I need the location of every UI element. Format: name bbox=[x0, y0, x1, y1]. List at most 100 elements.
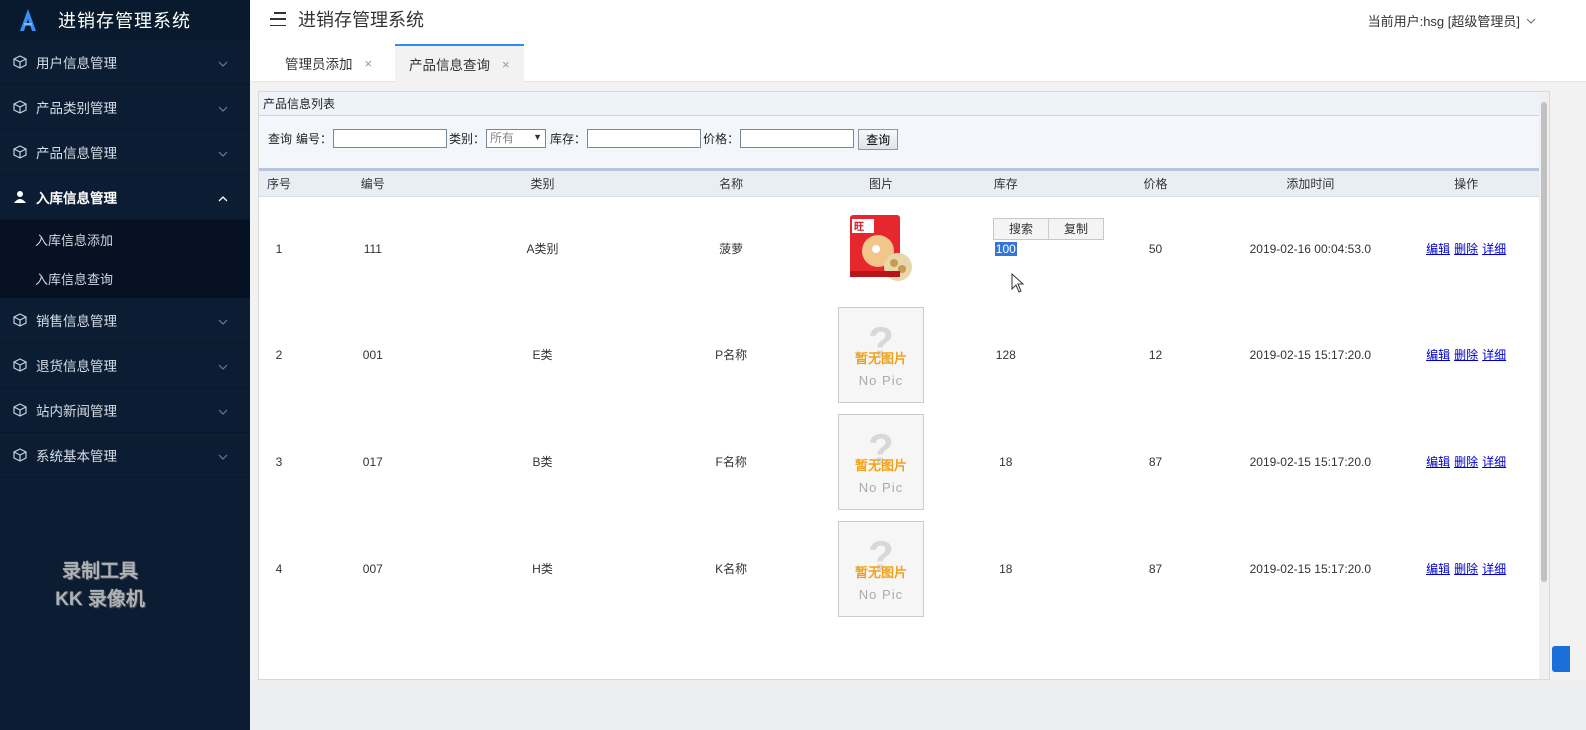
id-label: 编号： bbox=[296, 132, 333, 146]
cell-image: ? 暂无图片 No Pic bbox=[824, 408, 938, 515]
tab-admin-add[interactable]: 管理员添加 × bbox=[271, 44, 386, 82]
sidebar-item-1[interactable]: 用户信息管理 bbox=[0, 40, 250, 85]
stock-input[interactable] bbox=[587, 129, 702, 148]
cell-stock: 18 bbox=[999, 454, 1013, 469]
sidebar-item-6[interactable]: 退货信息管理 bbox=[0, 343, 250, 388]
cell-image: ? 暂无图片 No Pic bbox=[824, 301, 938, 408]
chevron-up-icon bbox=[218, 192, 228, 202]
detail-link[interactable]: 详细 bbox=[1482, 242, 1506, 256]
price-label: 价格： bbox=[703, 132, 740, 146]
edit-link[interactable]: 编辑 bbox=[1426, 348, 1450, 362]
table-row: 3 017 B类 F名称 ? 暂无图片 No Pic 18 87 2019-02-15 15:17… bbox=[259, 408, 1549, 515]
table-header-row: 序号 编号 类别 名称 图片 库存 价格 添加时间 操作 bbox=[259, 171, 1549, 197]
search-prefix: 查询 bbox=[268, 132, 293, 146]
sidebar: 进销存管理系统 用户信息管理产品类别管理产品信息管理入库信息管理入库信息添加 入库… bbox=[0, 0, 250, 730]
edit-link[interactable]: 编辑 bbox=[1426, 455, 1450, 469]
tab-label: 产品信息查询 bbox=[409, 58, 490, 73]
cube-icon bbox=[13, 313, 27, 327]
sidebar-item-label: 站内新闻管理 bbox=[36, 404, 117, 419]
svg-text:旺: 旺 bbox=[854, 221, 864, 233]
chevron-down-icon bbox=[218, 360, 228, 370]
edit-link[interactable]: 编辑 bbox=[1426, 562, 1450, 576]
sidebar-item-5[interactable]: 销售信息管理 bbox=[0, 298, 250, 343]
cell-stock: 18 bbox=[999, 561, 1013, 576]
category-select[interactable]: 所有 ▼ bbox=[486, 129, 547, 148]
column-header: 价格 bbox=[1073, 171, 1238, 197]
column-header: 类别 bbox=[446, 171, 639, 197]
detail-link[interactable]: 详细 bbox=[1482, 348, 1506, 362]
column-header: 序号 bbox=[259, 171, 299, 197]
id-input[interactable] bbox=[333, 129, 448, 148]
tab-product-query[interactable]: 产品信息查询 × bbox=[395, 44, 524, 82]
product-table: 序号 编号 类别 名称 图片 库存 价格 添加时间 操作 1 111 A类别 菠萝旺 100 50 2019… bbox=[259, 171, 1549, 622]
cell-category: H类 bbox=[532, 562, 553, 576]
column-header: 库存 bbox=[937, 171, 1074, 197]
chevron-down-icon bbox=[1526, 18, 1536, 24]
edit-link[interactable]: 编辑 bbox=[1426, 242, 1450, 256]
query-button[interactable]: 查询 bbox=[858, 129, 899, 150]
no-image-placeholder: ? 暂无图片 No Pic bbox=[837, 520, 924, 617]
delete-link[interactable]: 删除 bbox=[1454, 562, 1478, 576]
panel-title: 产品信息列表 bbox=[259, 92, 1549, 116]
sidebar-item-label: 入库信息管理 bbox=[36, 191, 117, 206]
submenu-item-2[interactable]: 入库信息查询 bbox=[0, 259, 250, 298]
cell-category: B类 bbox=[532, 455, 553, 469]
close-icon[interactable]: × bbox=[365, 56, 373, 71]
no-image-placeholder: ? 暂无图片 No Pic bbox=[837, 413, 924, 510]
delete-link[interactable]: 删除 bbox=[1454, 242, 1478, 256]
cell-time: 2019-02-16 00:04:53.0 bbox=[1249, 241, 1372, 256]
cube-icon bbox=[13, 448, 27, 462]
current-user-menu[interactable]: 当前用户:hsg [超级管理员] bbox=[1368, 11, 1536, 30]
floating-side-button[interactable] bbox=[1552, 646, 1570, 672]
category-label: 类别： bbox=[449, 132, 486, 146]
cube-icon bbox=[13, 55, 27, 69]
sidebar-submenu: 入库信息添加 入库信息查询 bbox=[0, 220, 250, 298]
chevron-down-icon bbox=[218, 102, 228, 112]
vertical-scrollbar[interactable] bbox=[1539, 92, 1549, 679]
cell-name: P名称 bbox=[715, 348, 748, 362]
search-selection-button[interactable]: 搜索 bbox=[994, 219, 1048, 239]
sidebar-item-8[interactable]: 系统基本管理 bbox=[0, 433, 250, 478]
search-bar: 查询 编号： 类别： 所有 ▼ 库存： 价格： 查询 bbox=[259, 116, 1549, 171]
cell-seq: 4 bbox=[275, 561, 283, 576]
selection-popup: 搜索 复制 bbox=[993, 218, 1104, 240]
menu-toggle-icon[interactable] bbox=[270, 12, 286, 26]
detail-link[interactable]: 详细 bbox=[1482, 455, 1506, 469]
logo[interactable]: 进销存管理系统 bbox=[0, 0, 250, 40]
cell-price: 50 bbox=[1148, 241, 1163, 256]
logo-icon bbox=[20, 9, 36, 31]
no-image-placeholder: ? 暂无图片 No Pic bbox=[837, 306, 924, 403]
app-title: 进销存管理系统 bbox=[58, 11, 191, 31]
delete-link[interactable]: 删除 bbox=[1454, 348, 1478, 362]
cell-price: 12 bbox=[1148, 347, 1163, 362]
cell-price: 87 bbox=[1148, 454, 1163, 469]
sidebar-item-4[interactable]: 入库信息管理 bbox=[0, 175, 250, 220]
cell-image: ? 暂无图片 No Pic bbox=[824, 515, 938, 622]
cell-name: K名称 bbox=[715, 562, 748, 576]
sidebar-item-2[interactable]: 产品类别管理 bbox=[0, 85, 250, 130]
tab-bar: 管理员添加 × 产品信息查询 × bbox=[250, 38, 1586, 82]
table-body: 1 111 A类别 菠萝旺 100 50 2019-02-16 00:04:53.0 编辑 删除… bbox=[259, 196, 1549, 622]
sidebar-item-7[interactable]: 站内新闻管理 bbox=[0, 388, 250, 433]
detail-link[interactable]: 详细 bbox=[1482, 562, 1506, 576]
submenu-item-1[interactable]: 入库信息添加 bbox=[0, 220, 250, 259]
mouse-cursor-icon bbox=[1011, 273, 1025, 293]
price-input[interactable] bbox=[740, 129, 855, 148]
cell-time: 2019-02-15 15:17:20.0 bbox=[1249, 347, 1372, 362]
cell-id: 017 bbox=[362, 454, 383, 469]
sidebar-item-label: 产品类别管理 bbox=[36, 101, 117, 116]
content-frame: 产品信息列表 查询 编号： 类别： 所有 ▼ 库存： 价格： 查询 序号 编号 类别名… bbox=[258, 91, 1550, 680]
cell-category: E类 bbox=[532, 348, 553, 362]
cell-name: F名称 bbox=[715, 455, 747, 469]
user-icon bbox=[13, 190, 27, 204]
cell-stock: 128 bbox=[995, 347, 1016, 362]
delete-link[interactable]: 删除 bbox=[1454, 455, 1478, 469]
close-icon[interactable]: × bbox=[502, 57, 510, 72]
cell-category: A类别 bbox=[526, 242, 559, 257]
recorder-watermark: 录制工具 KK 录像机 bbox=[55, 561, 145, 610]
sidebar-item-label: 销售信息管理 bbox=[36, 314, 117, 329]
sidebar-item-3[interactable]: 产品信息管理 bbox=[0, 130, 250, 175]
header-title: 进销存管理系统 bbox=[298, 10, 424, 30]
copy-selection-button[interactable]: 复制 bbox=[1048, 219, 1103, 239]
cube-icon bbox=[13, 145, 27, 159]
